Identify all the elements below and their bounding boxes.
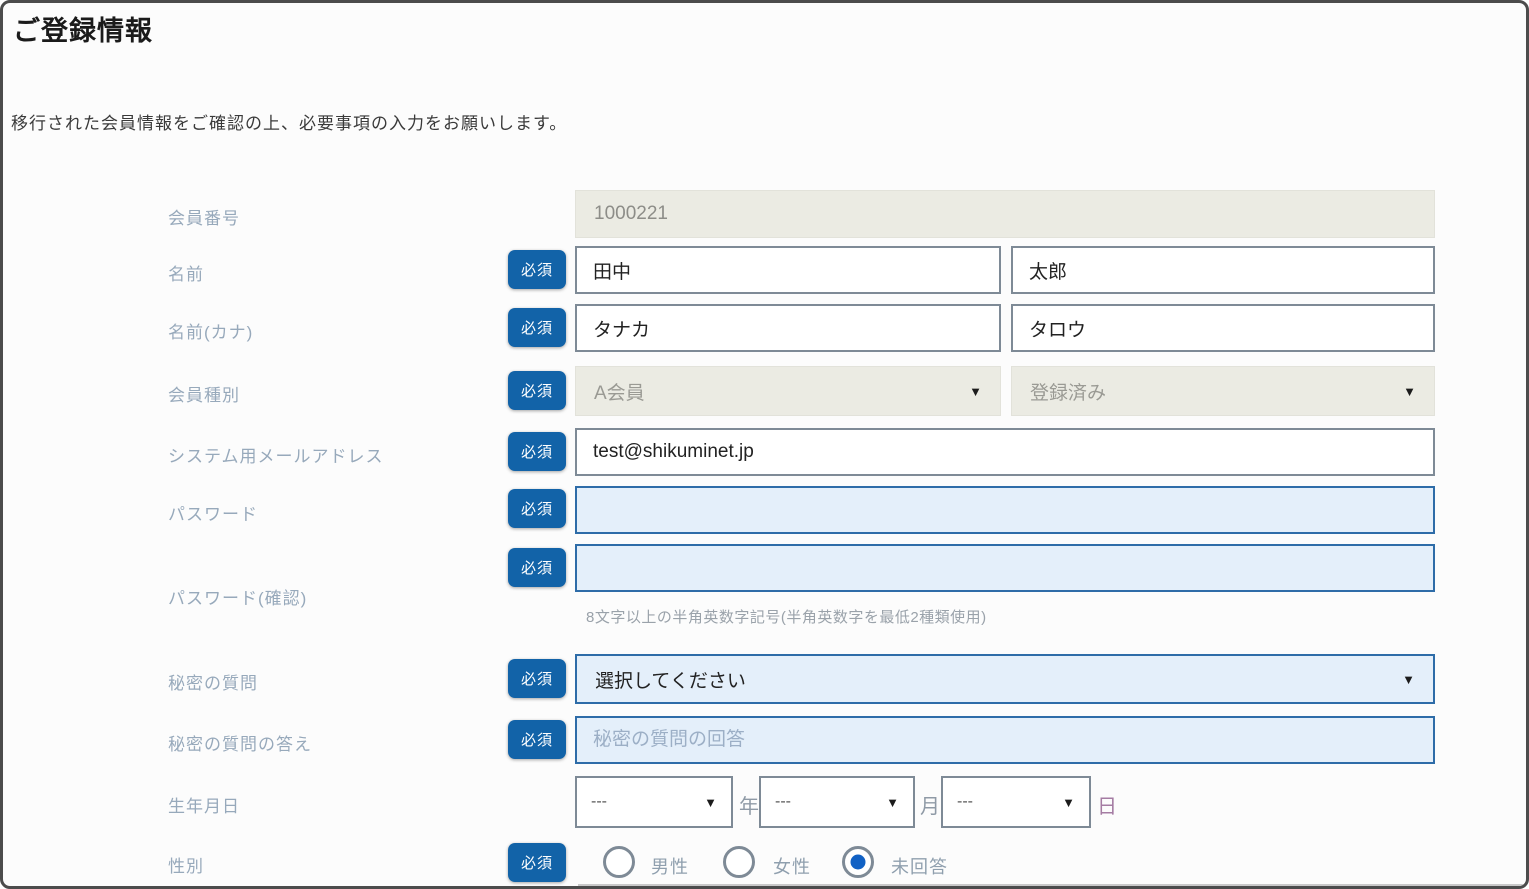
email-label: システム用メールアドレス bbox=[168, 442, 384, 467]
required-badge: 必須 bbox=[508, 371, 566, 410]
gender-radio-male[interactable] bbox=[603, 846, 635, 878]
email-input[interactable] bbox=[575, 428, 1435, 476]
password-hint: 8文字以上の半角英数字記号(半角英数字を最低2種類使用) bbox=[586, 606, 987, 627]
required-badge: 必須 bbox=[508, 250, 566, 289]
birth-day-value: --- bbox=[957, 793, 973, 811]
member-status-value: 登録済み bbox=[1030, 378, 1106, 405]
member-status-select: 登録済み ▼ bbox=[1011, 366, 1435, 416]
year-unit-label: 年 bbox=[739, 790, 759, 819]
password-confirm-input[interactable] bbox=[575, 544, 1435, 592]
member-no-label: 会員番号 bbox=[168, 204, 240, 229]
chevron-down-icon: ▼ bbox=[969, 384, 982, 399]
gender-option-male-label[interactable]: 男性 bbox=[651, 853, 689, 879]
first-name-input[interactable] bbox=[1011, 246, 1435, 294]
page-description: 移行された会員情報をご確認の上、必要事項の入力をお願いします。 bbox=[11, 109, 567, 134]
required-badge: 必須 bbox=[508, 720, 566, 759]
password-label: パスワード bbox=[168, 500, 258, 525]
required-badge: 必須 bbox=[508, 308, 566, 347]
gender-option-female-label[interactable]: 女性 bbox=[773, 853, 811, 879]
secret-question-label: 秘密の質問 bbox=[168, 669, 258, 694]
required-badge: 必須 bbox=[508, 548, 566, 587]
last-name-input[interactable] bbox=[575, 246, 1001, 294]
gender-radio-female[interactable] bbox=[723, 846, 755, 878]
page-title: ご登録情報 bbox=[13, 9, 153, 48]
required-badge: 必須 bbox=[508, 659, 566, 698]
name-label: 名前 bbox=[168, 260, 204, 285]
required-badge: 必須 bbox=[508, 432, 566, 471]
birth-month-value: --- bbox=[775, 793, 791, 811]
chevron-down-icon: ▼ bbox=[1062, 795, 1075, 810]
birth-month-select[interactable]: --- ▼ bbox=[759, 776, 915, 828]
name-kana-label: 名前(カナ) bbox=[168, 318, 253, 343]
chevron-down-icon: ▼ bbox=[1402, 672, 1415, 687]
password-confirm-label: パスワード(確認) bbox=[168, 584, 307, 609]
password-input[interactable] bbox=[575, 486, 1435, 534]
month-unit-label: 月 bbox=[920, 790, 940, 819]
chevron-down-icon: ▼ bbox=[886, 795, 899, 810]
bottom-divider bbox=[578, 884, 1529, 889]
gender-option-noanswer-label[interactable]: 未回答 bbox=[891, 853, 948, 879]
chevron-down-icon: ▼ bbox=[1403, 384, 1416, 399]
last-name-kana-input[interactable] bbox=[575, 304, 1001, 352]
registration-form: ご登録情報 移行された会員情報をご確認の上、必要事項の入力をお願いします。 会員… bbox=[0, 0, 1529, 889]
birth-year-select[interactable]: --- ▼ bbox=[575, 776, 733, 828]
gender-label: 性別 bbox=[168, 852, 204, 877]
birthdate-label: 生年月日 bbox=[168, 792, 240, 817]
gender-radio-noanswer[interactable] bbox=[842, 846, 874, 878]
secret-answer-input[interactable] bbox=[575, 716, 1435, 764]
required-badge: 必須 bbox=[508, 843, 566, 882]
member-type-value: A会員 bbox=[594, 378, 645, 405]
birth-day-select[interactable]: --- ▼ bbox=[941, 776, 1091, 828]
secret-question-select[interactable]: 選択してください ▼ bbox=[575, 654, 1435, 704]
chevron-down-icon: ▼ bbox=[704, 795, 717, 810]
required-badge: 必須 bbox=[508, 489, 566, 528]
birth-year-value: --- bbox=[591, 793, 607, 811]
member-type-select: A会員 ▼ bbox=[575, 366, 1001, 416]
secret-question-value: 選択してください bbox=[595, 666, 746, 693]
member-type-label: 会員種別 bbox=[168, 381, 240, 406]
day-unit-label: 日 bbox=[1097, 790, 1117, 819]
secret-answer-label: 秘密の質問の答え bbox=[168, 730, 312, 755]
first-name-kana-input[interactable] bbox=[1011, 304, 1435, 352]
member-no-field: 1000221 bbox=[575, 190, 1435, 238]
